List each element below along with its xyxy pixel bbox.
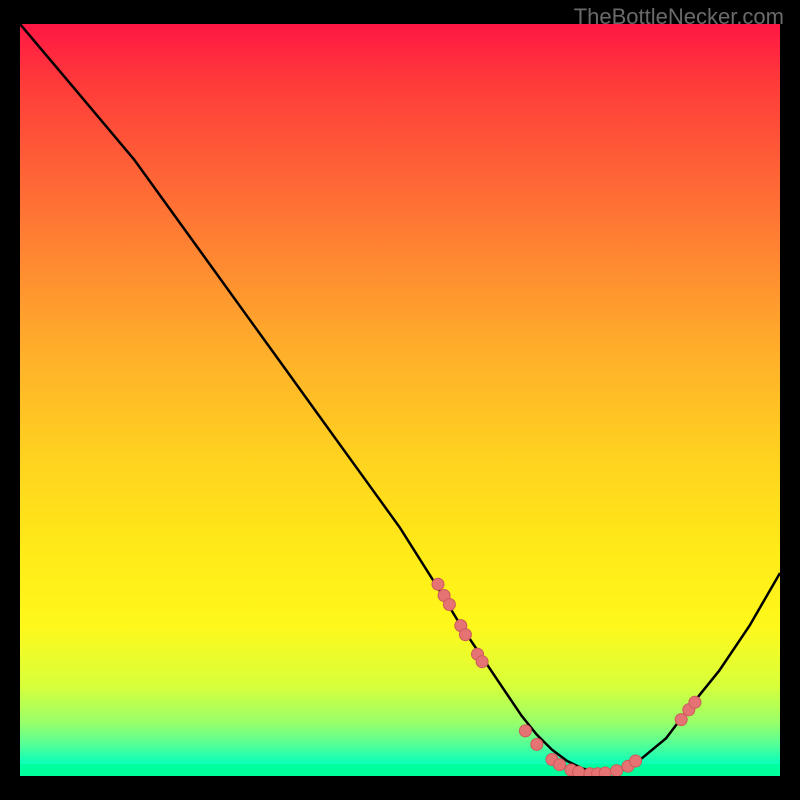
data-marker (573, 766, 585, 776)
data-marker (630, 755, 642, 767)
data-marker (476, 656, 488, 668)
curve-line (20, 24, 780, 772)
watermark-text: TheBottleNecker.com (574, 4, 784, 30)
data-marker (519, 725, 531, 737)
data-marker (531, 738, 543, 750)
data-marker (689, 696, 701, 708)
chart-svg (20, 24, 780, 776)
data-marker (675, 714, 687, 726)
data-marker (459, 629, 471, 641)
marker-group (432, 578, 701, 776)
data-marker (443, 599, 455, 611)
data-marker (611, 765, 623, 776)
data-marker (554, 759, 566, 771)
data-marker (599, 767, 611, 776)
data-marker (432, 578, 444, 590)
